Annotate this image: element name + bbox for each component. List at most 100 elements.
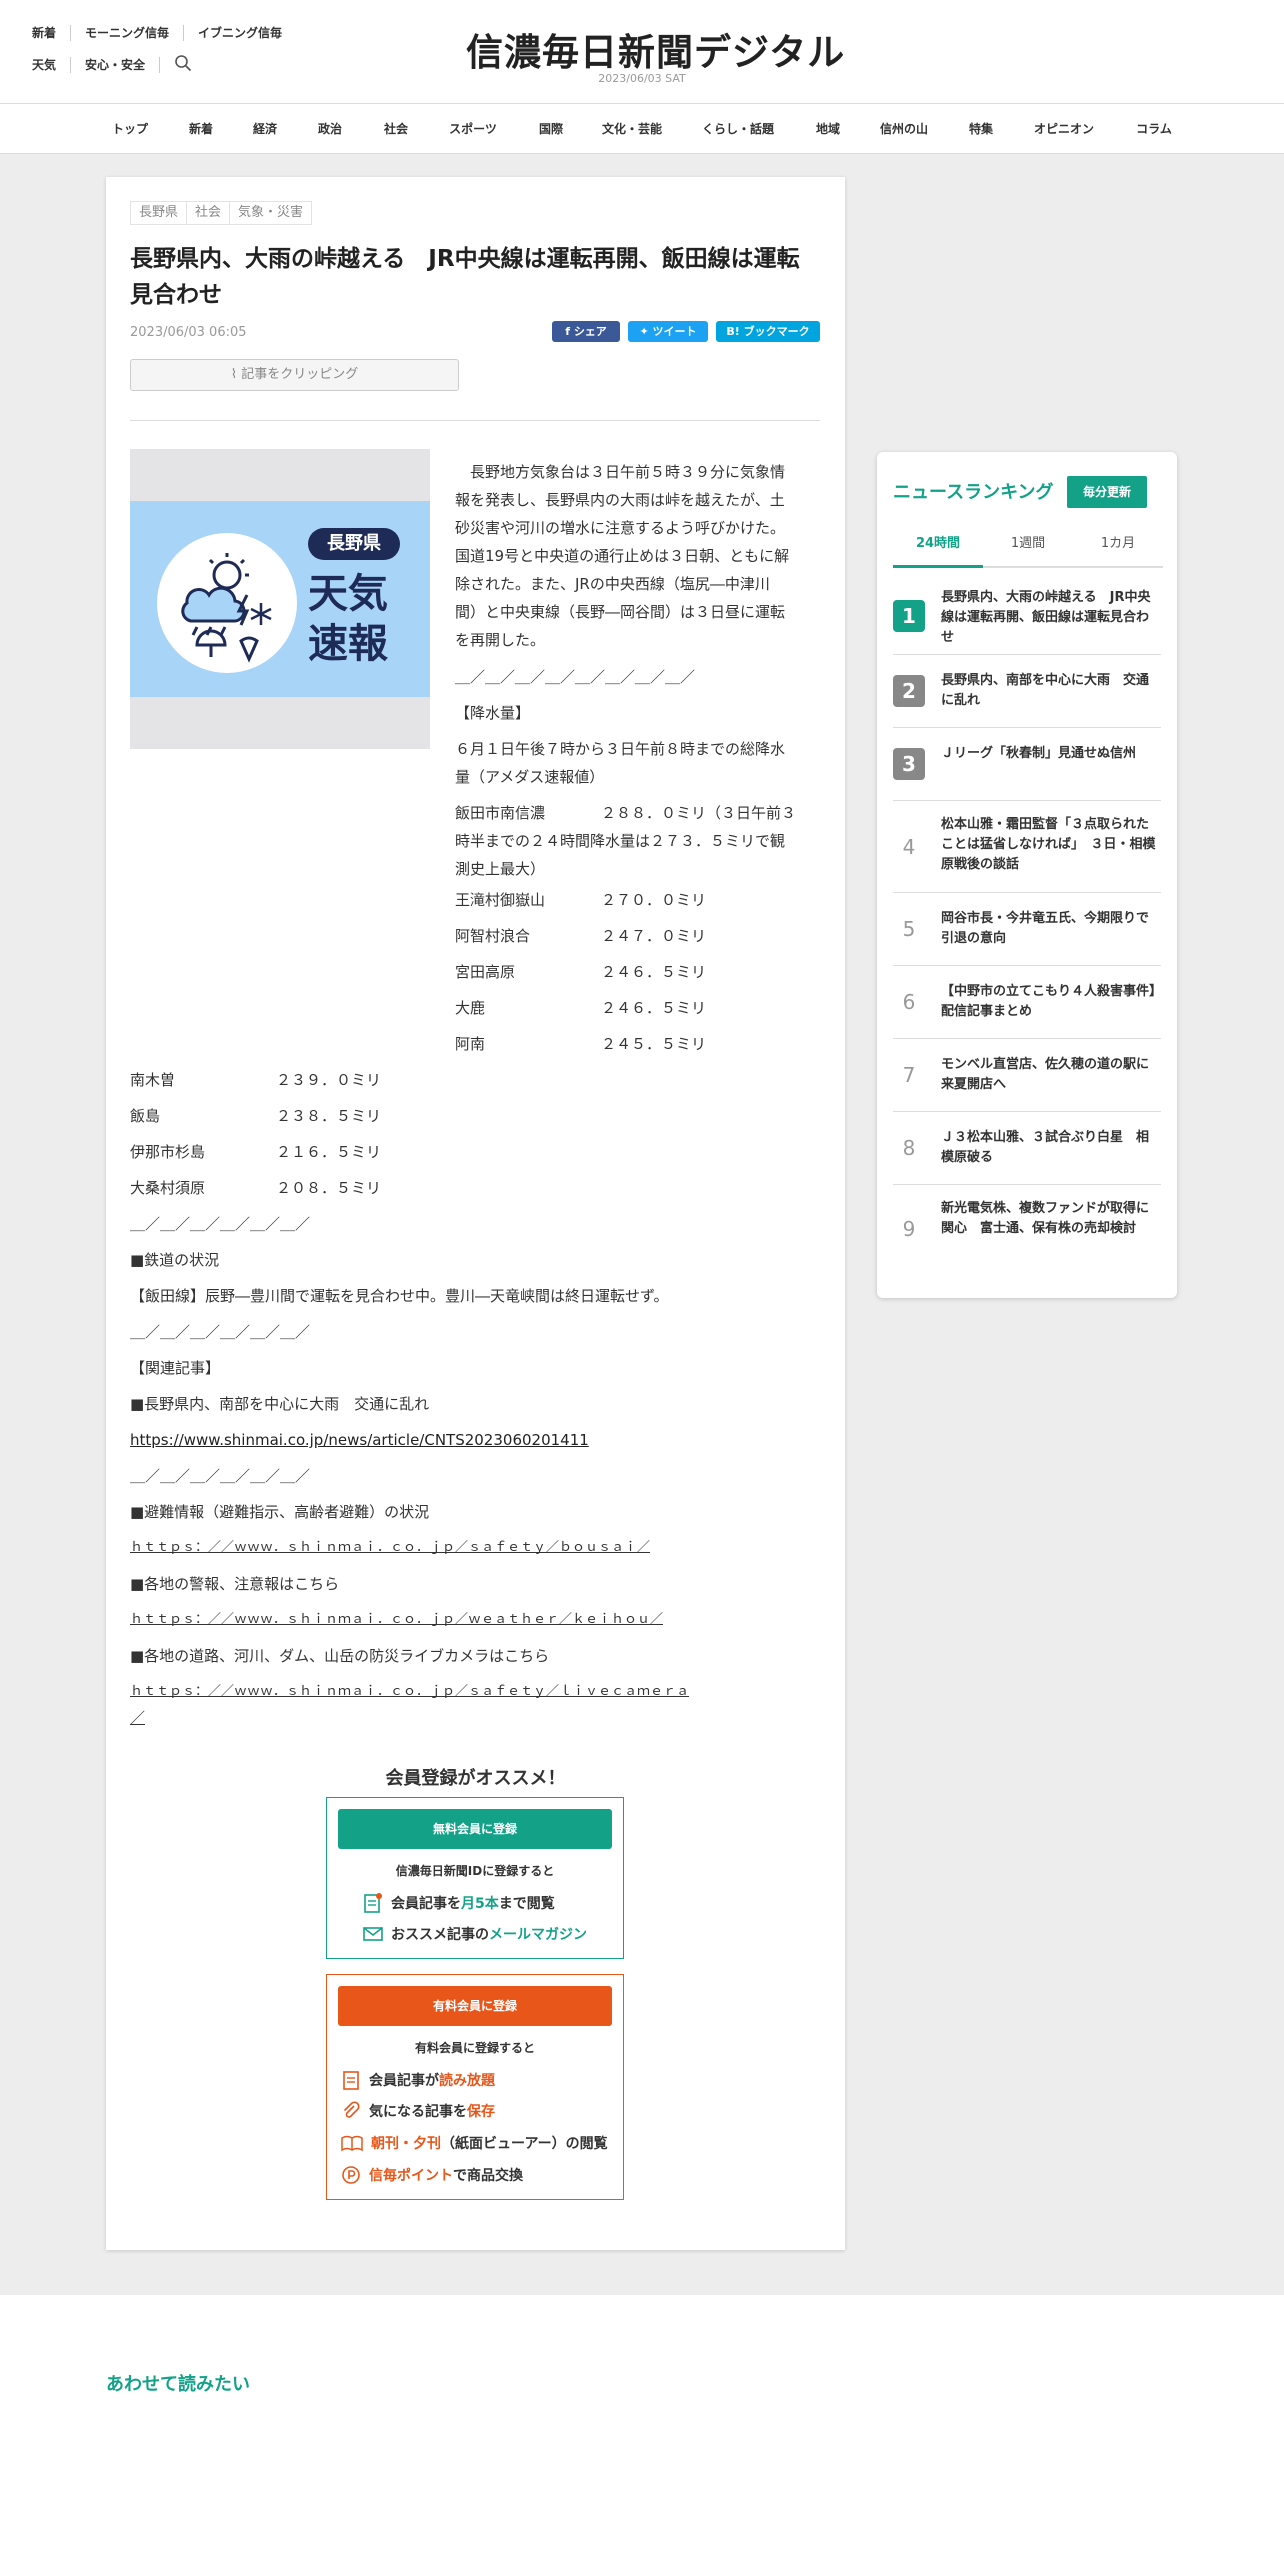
tab-1month[interactable]: 1カ月 (1073, 532, 1163, 568)
nav-region[interactable]: 地域 (816, 104, 840, 154)
rank-number: 9 (902, 1217, 916, 1241)
paperclip-icon: ⌇ (230, 367, 242, 382)
ranking-item[interactable]: 6 【中野市の立てこもり４人殺害事件】配信記事まとめ (893, 966, 1161, 1039)
lead-line: 砂災害や河川の増水に注意するよう呼びかけた。 (455, 519, 786, 537)
rain-place: 阿智村浪合 (455, 927, 531, 945)
rain-place: 南木曽 (130, 1071, 176, 1089)
header-link-morning[interactable]: モーニング信毎 (85, 24, 169, 41)
nav-top[interactable]: トップ (112, 104, 148, 154)
tag-nagano[interactable]: 長野県 (131, 202, 188, 224)
benefit-highlight: 朝刊・夕刊 (371, 2136, 441, 2152)
document-icon (343, 2071, 359, 2090)
header-link-weather[interactable]: 天気 (32, 56, 56, 73)
lead-line: 除された。また、JRの中央西線（塩尻―中津川 (455, 575, 770, 593)
rank-title: Ｊリーグ「秋春制」見通せぬ信州 (941, 746, 1137, 761)
rain-value: ２３８．５ミリ (276, 1107, 382, 1125)
nav-culture[interactable]: 文化・芸能 (602, 104, 662, 154)
share-button[interactable]: f シェア (552, 321, 620, 342)
nav-column[interactable]: コラム (1136, 104, 1172, 154)
rank-number: 7 (902, 1063, 916, 1087)
nav-new[interactable]: 新着 (189, 104, 213, 154)
nav-society[interactable]: 社会 (384, 104, 408, 154)
bookmark-label: ブックマーク (743, 325, 810, 338)
related-link[interactable]: https://www.shinmai.co.jp/news/article/C… (130, 1426, 589, 1454)
benefit-text: 気になる記事を (369, 2104, 467, 2120)
ranking-item[interactable]: 3 Ｊリーグ「秋春制」見通せぬ信州 (893, 728, 1161, 801)
nav-opinion[interactable]: オピニオン (1034, 104, 1094, 154)
free-benefit-newsletter: おススメ記事の メールマガジン (363, 1924, 587, 1944)
ranking-item[interactable]: 7 モンベル直営店、佐久穂の道の駅に来夏開店へ (893, 1039, 1161, 1112)
nav-life[interactable]: くらし・話題 (702, 104, 774, 154)
rain-place: 宮田高原 (455, 963, 516, 981)
rank-number: 2 (893, 675, 925, 707)
ranking-item[interactable]: 4 松本山雅・霜田監督「３点取られたことは猛省しなければ」 ３日・相模原戦後の談話 (893, 801, 1161, 893)
image-caption: 天気 速報 (308, 569, 388, 669)
rain-row: 大鹿 ２４６．５ミリ (455, 994, 706, 1022)
tag-weather-disaster[interactable]: 気象・災害 (230, 202, 311, 224)
lead-line: 長野地方気象台は３日午前５時３９分に気象情 (455, 463, 786, 481)
paid-register-button[interactable]: 有料会員に登録 (338, 1986, 612, 2026)
twitter-icon: ✦ (639, 325, 653, 338)
nav-mountains[interactable]: 信州の山 (880, 104, 928, 154)
rain-row: 伊那市杉島 ２１６．５ミリ (130, 1138, 381, 1166)
free-register-button[interactable]: 無料会員に登録 (338, 1809, 612, 1849)
divider (70, 24, 72, 41)
rank-title: 岡谷市長・今井竜五氏、今期限りで引退の意向 (941, 911, 1150, 946)
lead-line: 報を発表し、長野県内の大雨は峠を越えたが、土 (455, 491, 785, 509)
benefit-highlight: 月5本 (461, 1896, 499, 1912)
weather-bulletin-image: 長野県 天気 速報 (130, 449, 430, 749)
lead-line: 間）と中央東線（長野―岡谷間）は３日昼に運転 (455, 603, 786, 621)
hatena-icon: B! (726, 325, 744, 338)
ranking-item[interactable]: 5 岡谷市長・今井竜五氏、今期限りで引退の意向 (893, 893, 1161, 966)
paid-register-box: 有料会員に登録 有料会員に登録すると 会員記事が 読み放題 気になる記事を 保存 朝… (326, 1974, 624, 2200)
article-card: 長野県 社会 気象・災害 長野県内、大雨の峠越える JR中央線は運転再開、飯田線… (106, 177, 845, 2250)
nav-international[interactable]: 国際 (539, 104, 563, 154)
register-title: 会員登録がオススメ！ (385, 1768, 566, 1789)
rain-place: 阿南 (455, 1035, 486, 1053)
rain-value: ２４５．５ミリ (601, 1035, 707, 1053)
livecam-link-cont[interactable]: ／ (130, 1704, 145, 1732)
tab-24h[interactable]: 24時間 (893, 532, 983, 568)
benefit-highlight: 信毎ポイント (369, 2168, 453, 2184)
bookmark-button[interactable]: B! ブックマーク (716, 321, 820, 342)
article-tags: 長野県 社会 気象・災害 (130, 201, 313, 225)
divider (183, 24, 185, 41)
benefit-text: （紙面ビューアー）の閲覧 (441, 2136, 608, 2152)
image-caption-line1: 天気 (308, 571, 388, 617)
clip-button[interactable]: ⌇ 記事をクリッピング (130, 359, 459, 391)
paperclip-icon (343, 2101, 360, 2118)
ranking-item[interactable]: 8 Ｊ３松本山雅、３試合ぶり白星 相模原破る (893, 1112, 1161, 1185)
header-link-safety[interactable]: 安心・安全 (85, 56, 145, 73)
site-logo[interactable]: 信濃毎日新聞デジタル (466, 22, 845, 76)
rank-title: 【中野市の立てこもり４人殺害事件】配信記事まとめ (941, 984, 1156, 1019)
rain-value: ２８８．０ミリ（３日午前３ (601, 804, 797, 822)
header-link-evening[interactable]: イブニング信毎 (198, 24, 282, 41)
rank-number: 1 (893, 600, 925, 632)
rain-place: 大桑村須原 (130, 1179, 206, 1197)
nav-sports[interactable]: スポーツ (449, 104, 497, 154)
rain-row: 宮田高原 ２４６．５ミリ (455, 958, 706, 986)
tab-1week[interactable]: 1週間 (983, 532, 1073, 568)
benefit-highlight: メールマガジン (489, 1927, 587, 1943)
rank-number: 5 (902, 917, 916, 941)
nav-economy[interactable]: 経済 (253, 104, 277, 154)
warnings-link[interactable]: ｈｔｔｐｓ：／／ｗｗｗ．ｓｈｉｎｍａｉ．ｃｏ．ｊｐ／ｗｅａｔｈｅｒ／ｋｅｉｈｏｕ… (130, 1606, 663, 1634)
nav-politics[interactable]: 政治 (318, 104, 342, 154)
ranking-item[interactable]: 9 新光電気株、複数ファンドが取得に関心 富士通、保有株の売却検討 (893, 1185, 1161, 1275)
rank-title: モンベル直営店、佐久穂の道の駅に来夏開店へ (941, 1057, 1150, 1092)
tweet-button[interactable]: ✦ ツイート (628, 321, 708, 342)
ranking-item[interactable]: 1 長野県内、大雨の峠越える JR中央線は運転再開、飯田線は運転見合わせ (893, 582, 1161, 655)
livecam-link[interactable]: ｈｔｔｐｓ：／／ｗｗｗ．ｓｈｉｎｍａｉ．ｃｏ．ｊｐ／ｓａｆｅｔｙ／ｌｉｖｅｃａｍ… (130, 1678, 689, 1706)
benefit-text: で商品交換 (453, 2168, 523, 2184)
header-link-new[interactable]: 新着 (32, 24, 56, 41)
rain-row: 大桑村須原 ２０８．５ミリ (130, 1174, 381, 1202)
ranking-item[interactable]: 2 長野県内、南部を中心に大雨 交通に乱れ (893, 655, 1161, 728)
tag-society[interactable]: 社会 (187, 202, 231, 224)
image-caption-line2: 速報 (308, 621, 388, 667)
evacuation-header: ■避難情報（避難指示、高齢者避難）の状況 (130, 1503, 430, 1521)
rank-number: 6 (902, 990, 916, 1014)
rail-status: 【飯田線】辰野―豊川間で運転を見合わせ中。豊川―天竜峡間は終日運転せず。 (130, 1287, 669, 1305)
header-links-top: 新着 モーニング信毎 イブニング信毎 (32, 24, 282, 41)
evacuation-link[interactable]: ｈｔｔｐｓ：／／ｗｗｗ．ｓｈｉｎｍａｉ．ｃｏ．ｊｐ／ｓａｆｅｔｙ／ｂｏｕｓａｉ／ (130, 1534, 650, 1562)
nav-features[interactable]: 特集 (969, 104, 993, 154)
